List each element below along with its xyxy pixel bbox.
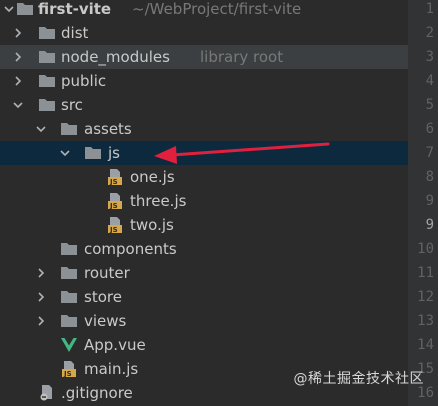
project-path-hint: ~/WebProject/first-vite bbox=[132, 0, 302, 18]
tree-row-label: two.js bbox=[130, 216, 174, 234]
line-number: 9 bbox=[425, 193, 434, 209]
svg-text:JS: JS bbox=[109, 226, 118, 233]
tree-row-label: three.js bbox=[130, 192, 187, 210]
tree-row-assets[interactable]: assets bbox=[0, 117, 408, 141]
folder-icon bbox=[16, 1, 34, 17]
chevron-right-icon[interactable] bbox=[34, 309, 48, 333]
chevron-right-icon[interactable] bbox=[11, 45, 25, 69]
chevron-right-icon[interactable] bbox=[11, 69, 25, 93]
tree-row-label: components bbox=[84, 240, 177, 258]
tree-row-label: App.vue bbox=[84, 336, 146, 354]
js-file-icon: JS bbox=[106, 193, 124, 210]
line-number: 3 bbox=[425, 49, 434, 65]
chevron-down-icon[interactable] bbox=[11, 93, 25, 117]
watermark: @稀土掘金技术社区 bbox=[294, 368, 425, 388]
folder-icon bbox=[60, 121, 78, 137]
tree-row-two-js[interactable]: JS two.js bbox=[0, 213, 408, 237]
tree-row-three-js[interactable]: JS three.js bbox=[0, 189, 408, 213]
tree-row-label: js bbox=[108, 144, 120, 162]
chevron-down-icon[interactable] bbox=[58, 141, 72, 165]
library-root-hint: library root bbox=[200, 48, 284, 66]
line-number: 7 bbox=[425, 145, 434, 161]
tree-row-views[interactable]: views bbox=[0, 309, 408, 333]
chevron-right-icon[interactable] bbox=[11, 21, 25, 45]
line-number: 14 bbox=[417, 337, 434, 353]
line-number: 8 bbox=[425, 169, 434, 185]
vue-file-icon bbox=[60, 337, 78, 353]
tree-row-label: node_modules bbox=[61, 48, 170, 66]
folder-icon bbox=[60, 313, 78, 329]
js-file-icon: JS bbox=[106, 169, 124, 186]
tree-row-public[interactable]: public bbox=[0, 69, 408, 93]
tree-row-label: dist bbox=[61, 24, 89, 42]
line-number: 2 bbox=[425, 25, 434, 41]
folder-icon bbox=[60, 265, 78, 281]
folder-icon bbox=[38, 25, 56, 41]
watermark-text: @稀土掘金技术社区 bbox=[293, 371, 424, 387]
tree-row-js[interactable]: js bbox=[0, 141, 408, 165]
folder-icon bbox=[38, 97, 56, 113]
svg-text:JS: JS bbox=[109, 202, 118, 209]
line-number: 4 bbox=[425, 73, 434, 89]
line-number-current: 9 bbox=[425, 217, 434, 233]
tree-row-components[interactable]: components bbox=[0, 237, 408, 261]
line-number: 1 bbox=[425, 1, 434, 17]
tree-row-label: router bbox=[84, 264, 130, 282]
tree-row-label: main.js bbox=[84, 360, 139, 378]
line-number: 11 bbox=[417, 265, 434, 281]
tree-row-node-modules[interactable]: node_modules library root bbox=[0, 45, 408, 69]
gitignore-file-icon bbox=[38, 385, 56, 401]
chevron-down-icon[interactable] bbox=[34, 117, 48, 141]
tree-row-label: public bbox=[61, 72, 107, 90]
folder-icon bbox=[84, 145, 102, 161]
tree-row-label: first-vite bbox=[38, 0, 112, 18]
line-number: 12 bbox=[417, 289, 434, 305]
chevron-right-icon[interactable] bbox=[34, 261, 48, 285]
tree-row-router[interactable]: router bbox=[0, 261, 408, 285]
line-number: 5 bbox=[425, 97, 434, 113]
folder-icon bbox=[60, 289, 78, 305]
line-number: 13 bbox=[417, 313, 434, 329]
folder-icon bbox=[38, 73, 56, 89]
tree-row-label: store bbox=[84, 288, 122, 306]
line-number: 10 bbox=[417, 241, 434, 257]
tree-row-label: src bbox=[61, 96, 83, 114]
chevron-right-icon[interactable] bbox=[34, 285, 48, 309]
project-tree: first-vite ~/WebProject/first-vite dist … bbox=[0, 0, 408, 406]
tree-row-src[interactable]: src bbox=[0, 93, 408, 117]
tree-row-first-vite[interactable]: first-vite ~/WebProject/first-vite bbox=[0, 0, 408, 21]
svg-text:JS: JS bbox=[109, 178, 118, 185]
folder-icon bbox=[60, 241, 78, 257]
line-number: 6 bbox=[425, 121, 434, 137]
tree-row-dist[interactable]: dist bbox=[0, 21, 408, 45]
tree-row-label: views bbox=[84, 312, 127, 330]
tree-row-app-vue[interactable]: App.vue bbox=[0, 333, 408, 357]
tree-row-label: assets bbox=[84, 120, 132, 138]
tree-row-label: one.js bbox=[130, 168, 175, 186]
svg-text:JS: JS bbox=[63, 370, 72, 377]
js-file-icon: JS bbox=[106, 217, 124, 234]
chevron-down-icon[interactable] bbox=[2, 0, 16, 21]
folder-icon bbox=[38, 49, 56, 65]
js-file-icon: JS bbox=[60, 361, 78, 378]
tree-row-one-js[interactable]: JS one.js bbox=[0, 165, 408, 189]
line-number-gutter: 1 2 3 4 5 6 7 8 9 9 10 11 12 13 14 15 16 bbox=[408, 0, 438, 406]
tree-row-store[interactable]: store bbox=[0, 285, 408, 309]
tree-row-label: .gitignore bbox=[61, 384, 133, 402]
